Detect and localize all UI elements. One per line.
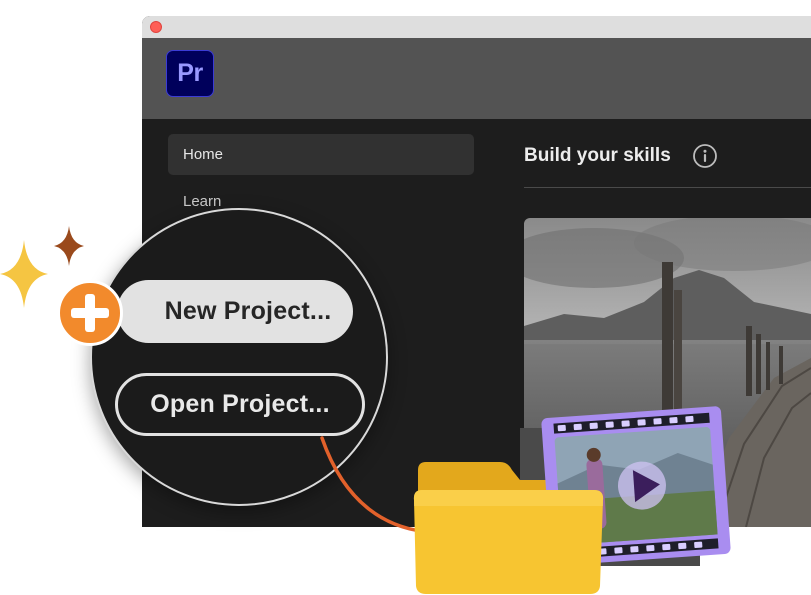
illustration-layer (0, 226, 731, 594)
sparkle-small-icon (54, 226, 84, 266)
sparkle-large-icon (0, 240, 48, 308)
